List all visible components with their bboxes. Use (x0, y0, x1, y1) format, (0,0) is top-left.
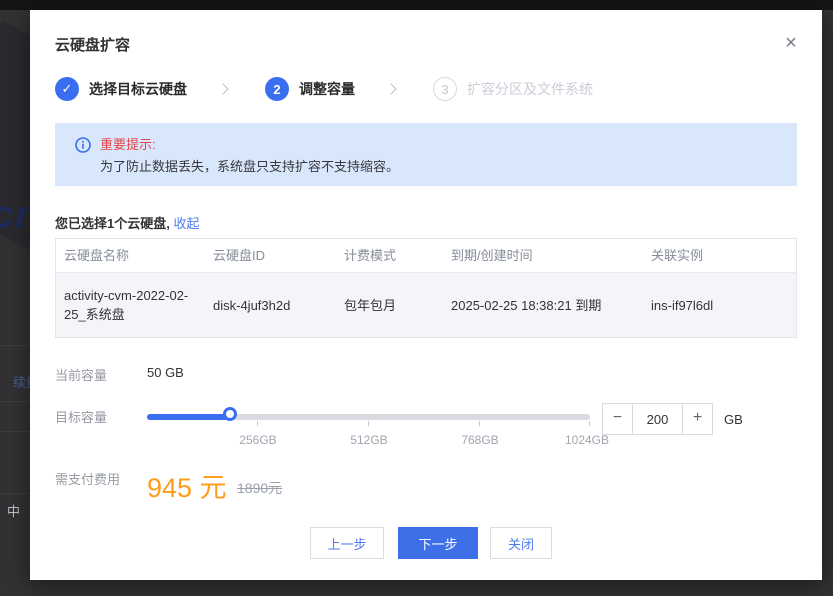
capacity-input[interactable] (633, 404, 682, 434)
col-header-billing-mode: 计费模式 (344, 246, 451, 265)
step-label: 选择目标云硬盘 (89, 79, 187, 99)
col-header-expire-time: 到期/创建时间 (451, 246, 651, 265)
slider-tickmark (368, 421, 369, 426)
expire-time-cell: 2025-02-25 18:38:21 到期 (451, 296, 651, 315)
slider-filled-track (147, 414, 233, 420)
info-icon (75, 137, 91, 153)
slider-tickmark (589, 421, 590, 426)
fee-label: 需支付费用 (55, 469, 120, 488)
step-select-disk: ✓ 选择目标云硬盘 (55, 77, 187, 101)
step-indicator: ✓ 选择目标云硬盘 2 调整容量 3 扩容分区及文件系统 (55, 76, 593, 102)
step-number: 2 (265, 77, 289, 101)
instance-link[interactable]: ins-if97l6dl (651, 296, 796, 315)
slider-tickmark (479, 421, 480, 426)
check-icon: ✓ (55, 77, 79, 101)
tick-label-768: 768GB (461, 433, 498, 447)
prev-step-button[interactable]: 上一步 (310, 527, 384, 559)
tick-label-1024: 1024GB (565, 433, 609, 447)
capacity-slider[interactable] (147, 414, 590, 420)
step-label: 扩容分区及文件系统 (467, 79, 593, 99)
alert-title: 重要提示: (100, 136, 399, 154)
step-number: 3 (433, 77, 457, 101)
billing-mode-cell: 包年包月 (344, 296, 451, 315)
alert-body: 为了防止数据丢失，系统盘只支持扩容不支持缩容。 (100, 156, 399, 178)
tick-label-512: 512GB (350, 433, 387, 447)
next-step-button[interactable]: 下一步 (398, 527, 478, 559)
background-row-divider (0, 431, 30, 432)
fee-amount: 945 元 (147, 466, 227, 505)
disk-id-link[interactable]: disk-4juf3h2d (213, 296, 344, 315)
selected-disk-table: 云硬盘名称 云硬盘ID 计费模式 到期/创建时间 关联实例 activity-c… (55, 238, 797, 338)
close-icon[interactable]: × (780, 32, 802, 54)
disk-name-cell: activity-cvm-2022-02-25_系统盘 (64, 286, 213, 324)
alert-text-block: 重要提示: 为了防止数据丢失，系统盘只支持扩容不支持缩容。 (100, 136, 399, 186)
step-label: 调整容量 (299, 79, 355, 99)
browser-top-strip (0, 0, 833, 10)
col-header-disk-name: 云硬盘名称 (64, 246, 213, 265)
minus-button[interactable]: − (603, 404, 633, 434)
step-adjust-capacity: 2 调整容量 (265, 77, 355, 101)
background-row-divider (0, 345, 30, 346)
tick-label-256: 256GB (239, 433, 276, 447)
chevron-right-icon (217, 83, 228, 94)
background-row-divider (0, 493, 30, 494)
table-header-row: 云硬盘名称 云硬盘ID 计费模式 到期/创建时间 关联实例 (56, 239, 796, 273)
dialog-title: 云硬盘扩容 (55, 34, 130, 55)
background-status-text: 中 (7, 501, 20, 520)
current-capacity-label: 当前容量 (55, 365, 107, 384)
col-header-instance: 关联实例 (651, 246, 796, 265)
slider-tick-labels: 256GB 512GB 768GB 1024GB (147, 433, 590, 449)
important-notice-alert: 重要提示: 为了防止数据丢失，系统盘只支持扩容不支持缩容。 (55, 123, 797, 186)
col-header-disk-id: 云硬盘ID (213, 246, 344, 265)
close-button[interactable]: 关闭 (490, 527, 552, 559)
chevron-right-icon (385, 83, 396, 94)
slider-tickmark (257, 421, 258, 426)
table-row: activity-cvm-2022-02-25_系统盘 disk-4juf3h2… (56, 273, 796, 337)
capacity-stepper: − + (602, 403, 713, 435)
slider-handle[interactable] (223, 407, 237, 421)
selection-text: 您已选择1个云硬盘, (55, 216, 173, 231)
selection-summary: 您已选择1个云硬盘, 收起 (55, 213, 199, 232)
plus-button[interactable]: + (682, 404, 712, 434)
current-capacity-value: 50 GB (147, 365, 184, 380)
collapse-link[interactable]: 收起 (173, 216, 199, 231)
capacity-unit-label: GB (724, 412, 743, 427)
background-row-divider (0, 401, 30, 402)
fee-original-price: 1890元 (237, 478, 282, 498)
step-expand-partition: 3 扩容分区及文件系统 (433, 77, 593, 101)
target-capacity-label: 目标容量 (55, 407, 107, 426)
disk-expand-dialog: 云硬盘扩容 × ✓ 选择目标云硬盘 2 调整容量 3 扩容分区及文件系统 重要提… (30, 10, 822, 580)
